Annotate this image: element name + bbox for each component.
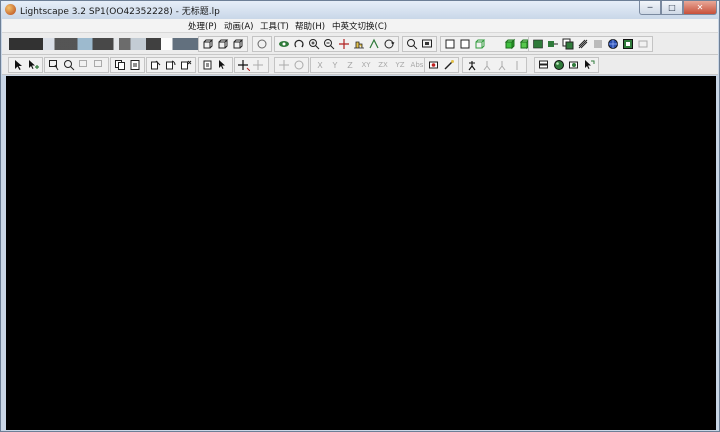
toolbar-group-materials	[534, 57, 599, 73]
toolbar-group-transform	[146, 57, 196, 73]
toolbar-group-navigation	[274, 36, 399, 52]
orbit-icon[interactable]	[292, 37, 306, 51]
disabled-select-a-icon	[77, 58, 91, 72]
light-source-icon[interactable]	[427, 58, 441, 72]
move-object-icon[interactable]	[149, 58, 163, 72]
scale-object-icon[interactable]	[179, 58, 193, 72]
toolbar-group-zoom-window	[402, 36, 437, 52]
toolbar-group-select	[8, 57, 43, 73]
toolbar-group-figures	[462, 57, 527, 73]
layers-icon[interactable]	[561, 37, 575, 51]
toolbar-group-view-cubes	[198, 36, 248, 52]
maximize-button[interactable]: □	[661, 1, 683, 15]
blank-slot-icon	[488, 37, 502, 51]
absolute-button[interactable]: Abs	[409, 58, 425, 72]
lightscape-app-icon[interactable]	[5, 4, 16, 15]
pan-icon[interactable]	[337, 37, 351, 51]
disabled-figure-c-icon	[510, 58, 524, 72]
menu-help[interactable]: 帮助(H)	[295, 20, 325, 32]
toolbar-group-light	[424, 57, 459, 73]
select-arrow-icon[interactable]	[11, 58, 25, 72]
zoom-window-icon[interactable]	[420, 37, 434, 51]
toolbar-group-snap	[234, 57, 269, 73]
disabled-camera-icon	[636, 37, 650, 51]
rotate-icon[interactable]	[382, 37, 396, 51]
crosshair-plus-icon[interactable]	[237, 58, 251, 72]
zoom-extents-icon[interactable]	[405, 37, 419, 51]
menu-language-switch[interactable]: 中英文切换(C)	[332, 20, 387, 32]
menu-tools[interactable]: 工具(T)	[260, 20, 289, 32]
layers-stack-icon[interactable]	[537, 58, 551, 72]
material-sphere-icon[interactable]	[552, 58, 566, 72]
material-render-icon[interactable]	[567, 58, 581, 72]
toolbar-group-processing	[528, 36, 653, 52]
walk-icon[interactable]	[367, 37, 381, 51]
toolbar-group-align	[198, 57, 233, 73]
title-bar[interactable]: Lightscape 3.2 SP1(OO42352228) - 无标题.lp …	[1, 1, 719, 19]
process-icon[interactable]	[546, 37, 560, 51]
axis-x-button[interactable]: X	[313, 58, 327, 72]
toolbar-group-pan-rotate	[274, 57, 309, 73]
disabled-select-b-icon	[92, 58, 106, 72]
eye-icon[interactable]	[277, 37, 291, 51]
obscured-toolbar-strip	[9, 38, 199, 50]
pick-point-icon[interactable]	[216, 58, 230, 72]
disabled-figure-b-icon	[495, 58, 509, 72]
material-pick-icon[interactable]	[582, 58, 596, 72]
elevation-icon[interactable]	[352, 37, 366, 51]
plane-zx-button[interactable]: ZX	[375, 58, 391, 72]
select-zoom-icon[interactable]	[62, 58, 76, 72]
close-button[interactable]: ✕	[683, 1, 717, 15]
menu-process[interactable]: 处理(P)	[188, 20, 217, 32]
menu-bar: 处理(P) 动画(A) 工具(T) 帮助(H) 中英文切换(C)	[2, 19, 718, 33]
minimize-button[interactable]: ─	[639, 1, 661, 15]
disabled-snap-icon	[252, 58, 266, 72]
align-icon[interactable]	[201, 58, 215, 72]
plane-xy-button[interactable]: XY	[358, 58, 374, 72]
disabled-square-icon	[591, 37, 605, 51]
window-title: Lightscape 3.2 SP1(OO42352228) - 无标题.lp	[20, 7, 220, 17]
toolbar-group-select-tools	[44, 57, 109, 73]
toolbar-group-render-mode	[440, 36, 535, 52]
cube-top-icon[interactable]	[231, 37, 245, 51]
camera-reset-icon[interactable]	[255, 37, 269, 51]
3d-viewport[interactable]	[6, 76, 716, 430]
select-plus-icon[interactable]	[26, 58, 40, 72]
disabled-rotate-icon	[292, 58, 306, 72]
app-window: Lightscape 3.2 SP1(OO42352228) - 无标题.lp …	[0, 0, 720, 432]
zoom-out-icon[interactable]	[322, 37, 336, 51]
mesh-icon[interactable]	[576, 37, 590, 51]
render-frame-icon[interactable]	[621, 37, 635, 51]
globe-icon[interactable]	[606, 37, 620, 51]
light-edit-icon[interactable]	[442, 58, 456, 72]
menu-animation[interactable]: 动画(A)	[224, 20, 253, 32]
zoom-in-icon[interactable]	[307, 37, 321, 51]
initialize-icon[interactable]	[531, 37, 545, 51]
disabled-figure-a-icon	[480, 58, 494, 72]
select-window-icon[interactable]	[47, 58, 61, 72]
cube-side-icon[interactable]	[216, 37, 230, 51]
copy-icon[interactable]	[113, 58, 127, 72]
plane-yz-button[interactable]: YZ	[392, 58, 408, 72]
figure-walk-icon[interactable]	[465, 58, 479, 72]
toolbar-edit: X Y Z XY ZX YZ Abs	[2, 55, 718, 75]
wireframe-box-icon[interactable]	[443, 37, 457, 51]
green-solid-cube-icon[interactable]	[503, 37, 517, 51]
green-wire-cube-icon[interactable]	[473, 37, 487, 51]
axis-z-button[interactable]: Z	[343, 58, 357, 72]
paste-icon[interactable]	[128, 58, 142, 72]
disabled-pan-icon	[277, 58, 291, 72]
shaded-box-icon[interactable]	[458, 37, 472, 51]
toolbar-group-axis-lock: X Y Z XY ZX YZ Abs	[310, 57, 428, 73]
cube-front-icon[interactable]	[201, 37, 215, 51]
toolbar-group-copy	[110, 57, 145, 73]
rotate-object-icon[interactable]	[164, 58, 178, 72]
toolbar-group-camera	[252, 36, 272, 52]
toolbar-main	[2, 33, 718, 55]
axis-y-button[interactable]: Y	[328, 58, 342, 72]
